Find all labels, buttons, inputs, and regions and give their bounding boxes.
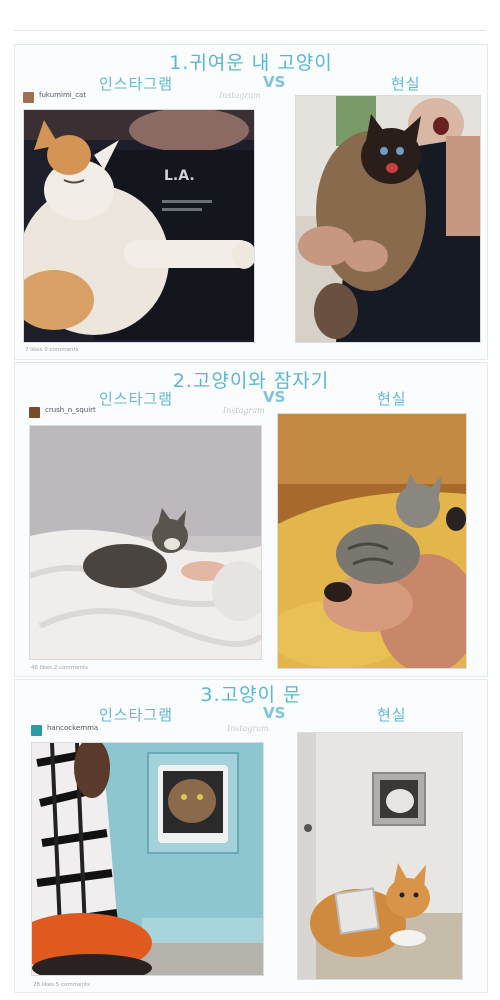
reality-photo — [297, 732, 463, 980]
cat-door-image — [32, 743, 263, 975]
user-avatar[interactable] — [23, 92, 34, 103]
instagram-post-header: fukumimi_cat Instagram — [23, 91, 261, 105]
top-divider — [14, 30, 486, 31]
likes-comments: 7 likes 0 comments — [25, 347, 79, 353]
reality-photo — [277, 413, 467, 669]
instagram-label: 인스타그램 — [99, 706, 174, 724]
fat-cat-stuck-in-door-image — [298, 733, 462, 979]
instagram-logo: Instagram — [227, 724, 269, 733]
section-title: 1.귀여운 내 고양이 — [169, 52, 333, 74]
instagram-logo: Instagram — [223, 406, 265, 415]
vs-label: VS — [263, 73, 286, 91]
cat-on-sleeping-man-image — [278, 414, 466, 668]
user-avatar[interactable] — [31, 725, 42, 736]
section-title: 2.고양이와 잠자기 — [172, 370, 330, 392]
instagram-post-header: hancockemma Instagram — [31, 724, 269, 738]
cat-in-bed-image — [30, 426, 261, 659]
instagram-photo — [31, 742, 264, 976]
reality-photo — [295, 95, 481, 343]
svg-text:L.A.: L.A. — [164, 168, 195, 184]
reality-label: 현실 — [377, 706, 407, 724]
page: 1.귀여운 내 고양이 인스타그램 VS 현실 fukumimi_cat Ins… — [0, 0, 500, 1000]
comparison-section-1: 1.귀여운 내 고양이 인스타그램 VS 현실 fukumimi_cat Ins… — [14, 44, 488, 360]
user-avatar[interactable] — [29, 407, 40, 418]
comparison-section-2: 2.고양이와 잠자기 인스타그램 VS 현실 crush_n_squirt In… — [14, 362, 488, 677]
vs-label: VS — [263, 388, 286, 406]
comparison-section-3: 3.고양이 문 인스타그램 VS 현실 hancockemma Instagra… — [14, 679, 488, 993]
screaming-cat-image — [296, 96, 480, 342]
instagram-logo: Instagram — [219, 91, 261, 100]
instagram-post-header: crush_n_squirt Instagram — [29, 406, 265, 420]
instagram-photo — [29, 425, 262, 660]
sleeping-cat-image: L.A. — [24, 110, 254, 342]
likes-comments: 46 likes 2 comments — [31, 665, 89, 671]
username[interactable]: fukumimi_cat — [39, 91, 86, 99]
reality-label: 현실 — [377, 390, 407, 408]
username[interactable]: crush_n_squirt — [45, 406, 96, 414]
username[interactable]: hancockemma — [47, 724, 98, 732]
vs-label: VS — [263, 704, 286, 722]
section-title: 3.고양이 문 — [200, 684, 302, 706]
likes-comments: 28 likes 5 comments — [33, 982, 91, 988]
instagram-photo: L.A. — [23, 109, 255, 343]
reality-label: 현실 — [391, 75, 421, 93]
